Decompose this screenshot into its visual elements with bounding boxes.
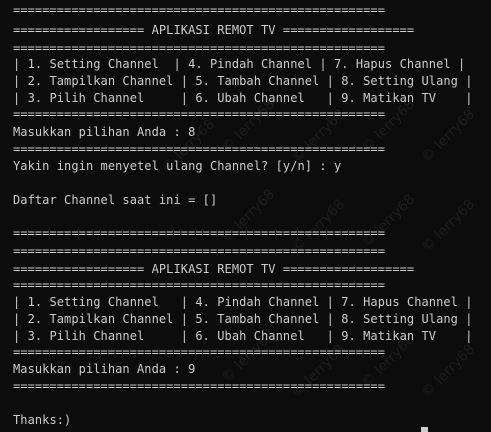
exit-message: Thanks:)	[13, 413, 72, 427]
terminal-window[interactable]: ========================================…	[0, 0, 491, 432]
menu-row-2: | 2. Tampilkan Channel | 5. Tambah Chann…	[13, 74, 473, 88]
app-title-banner: ================== APLIKASI REMOT TV ===…	[13, 23, 415, 37]
menu-row-3: | 3. Pilih Channel | 6. Ubah Channel | 9…	[13, 91, 473, 105]
separator-line: ========================================…	[13, 142, 386, 156]
watermark: © lerry68	[418, 106, 479, 166]
confirm-reset-prompt: Yakin ingin menyetel ulang Channel? [y/n…	[13, 159, 342, 173]
menu-row-3: | 3. Pilih Channel | 6. Ubah Channel | 9…	[13, 329, 473, 343]
menu-row-1: | 1. Setting Channel | 4. Pindah Channel…	[13, 295, 473, 309]
choice-prompt: Masukkan pilihan Anda : 8	[13, 125, 196, 139]
separator-line: ========================================…	[13, 41, 386, 55]
watermark: © lerry68	[418, 341, 479, 401]
menu-row-1: | 1. Setting Channel | 4. Pindah Channel…	[13, 57, 466, 71]
menu-row-2: | 2. Tampilkan Channel | 5. Tambah Chann…	[13, 312, 473, 326]
separator-line: ========================================…	[13, 3, 386, 17]
text-cursor	[421, 427, 428, 432]
watermark: © lerry68	[418, 196, 479, 256]
channel-list-output: Daftar Channel saat ini = []	[13, 193, 218, 207]
separator-line: ========================================…	[13, 244, 386, 258]
choice-prompt: Masukkan pilihan Anda : 9	[13, 362, 196, 376]
separator-line: ========================================…	[13, 345, 386, 359]
separator-line: ========================================…	[13, 226, 386, 240]
app-title-banner: ================== APLIKASI REMOT TV ===…	[13, 262, 415, 276]
separator-line: ========================================…	[13, 107, 386, 121]
separator-line: ========================================…	[13, 379, 386, 393]
separator-line: ========================================…	[13, 278, 386, 292]
